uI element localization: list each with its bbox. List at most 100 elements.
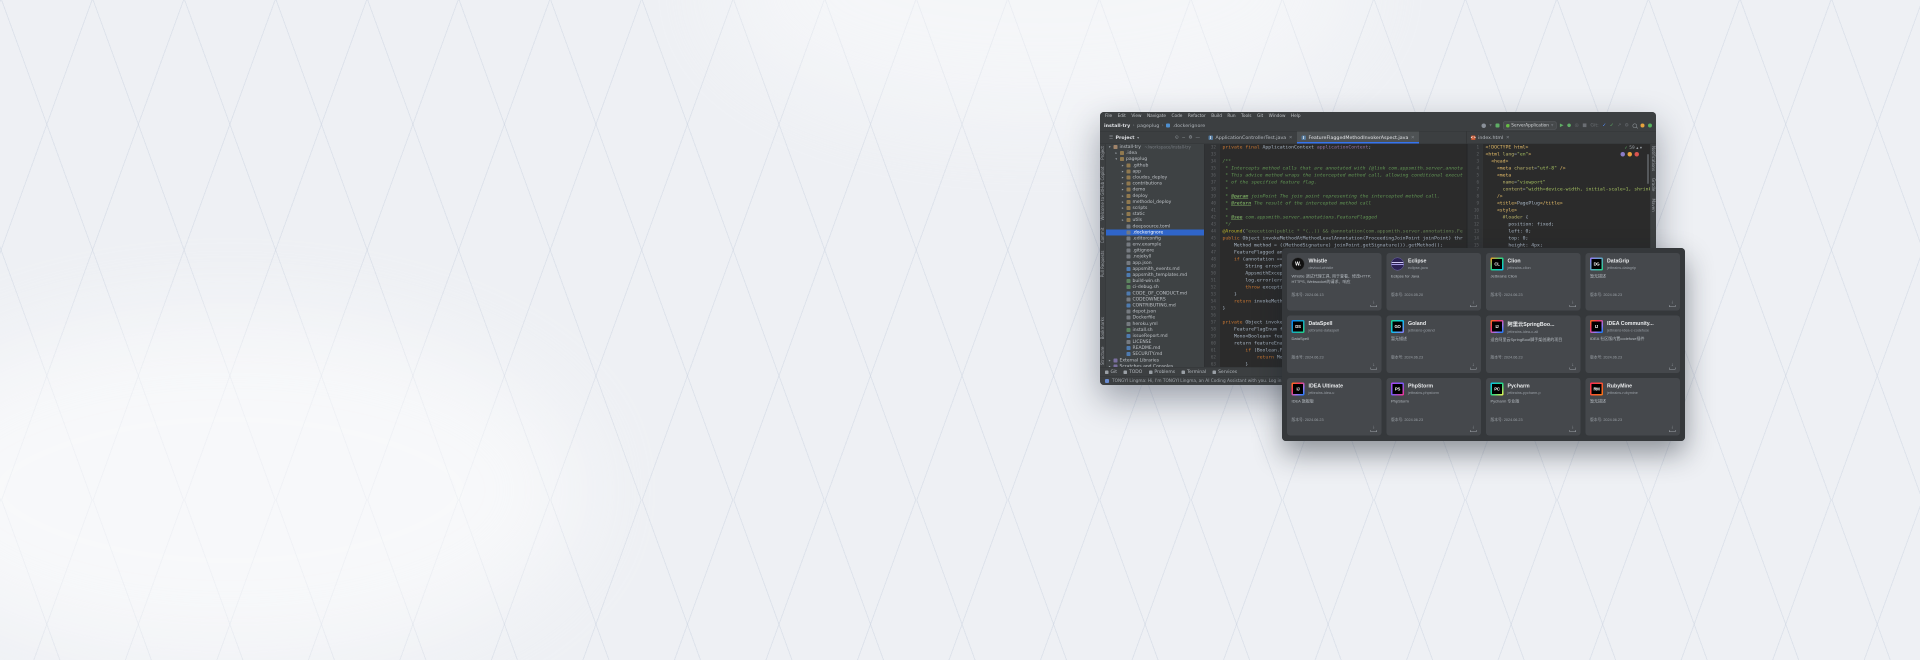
download-icon[interactable] bbox=[1570, 426, 1577, 432]
tree-expand-icon[interactable]: ▸ bbox=[1121, 163, 1125, 167]
tree-expand-icon[interactable]: ▸ bbox=[1121, 182, 1125, 186]
editor-scrollbar[interactable] bbox=[1647, 154, 1649, 184]
plugin-card-whistle[interactable]: W.Whistledevtool-whistleWhistle 调试代理工具, … bbox=[1287, 253, 1382, 311]
download-icon[interactable] bbox=[1669, 426, 1676, 432]
coverage-button[interactable]: ◎ bbox=[1575, 123, 1579, 128]
download-icon[interactable] bbox=[1371, 301, 1378, 307]
menu-refactor[interactable]: Refactor bbox=[1188, 114, 1206, 119]
plugin-card-idea-ultimate[interactable]: IJIDEA Ultimatejetbrains-idea-uIDEA 旗舰版版… bbox=[1287, 378, 1382, 436]
download-icon[interactable] bbox=[1470, 426, 1477, 432]
menu-view[interactable]: View bbox=[1131, 114, 1141, 119]
project-panel-header[interactable]: ☰ Project ▾ ⊙ − ⚙ — bbox=[1106, 132, 1204, 144]
menu-window[interactable]: Window bbox=[1269, 114, 1286, 119]
project-tree-item[interactable]: ▾install-try~/workspace/install-try bbox=[1106, 144, 1204, 150]
editor-tab-featureflaggedmethodinvokeraspect-java[interactable]: JFeatureFlaggedMethodInvokerAspect.java× bbox=[1297, 132, 1419, 144]
tree-expand-icon[interactable]: ▸ bbox=[1121, 218, 1125, 222]
download-icon[interactable] bbox=[1470, 364, 1477, 370]
user-avatar-icon[interactable] bbox=[1481, 123, 1486, 128]
tab-close-icon[interactable]: × bbox=[1289, 135, 1293, 140]
build-hammer-icon[interactable] bbox=[1495, 124, 1499, 128]
breadcrumb-item[interactable]: install-try bbox=[1104, 123, 1130, 129]
toolwindow-stripe-maven[interactable]: Maven bbox=[1651, 198, 1656, 211]
notification-orange-dot[interactable] bbox=[1641, 124, 1645, 128]
plugin-card-eclipse[interactable]: Eclipseeclipse-javaEclipse for Java版本号: … bbox=[1387, 253, 1482, 311]
toolwindow-stripe-gradle[interactable]: Gradle bbox=[1651, 178, 1656, 191]
download-icon[interactable] bbox=[1570, 364, 1577, 370]
run-configuration-select[interactable]: ServerApplication ▾ bbox=[1503, 122, 1557, 130]
menu-run[interactable]: Run bbox=[1227, 114, 1235, 119]
download-icon[interactable] bbox=[1570, 301, 1577, 307]
plugin-card-rubymine[interactable]: RMRubyMinejetbrains-rubymine暂无描述版本号: 202… bbox=[1586, 378, 1681, 436]
toolwindow-button-services[interactable]: Services bbox=[1213, 370, 1237, 375]
settings-gear-icon[interactable]: ⚙ bbox=[1625, 123, 1629, 128]
search-icon[interactable] bbox=[1633, 123, 1638, 128]
run-button[interactable]: ▶ bbox=[1560, 123, 1564, 128]
notification-green-dot[interactable] bbox=[1648, 124, 1652, 128]
debug-button[interactable]: ● bbox=[1567, 123, 1571, 128]
tree-expand-icon[interactable]: ▸ bbox=[1121, 194, 1125, 198]
toolwindow-stripe-project[interactable]: Project bbox=[1101, 146, 1106, 160]
menu-build[interactable]: Build bbox=[1211, 114, 1222, 119]
download-icon[interactable] bbox=[1470, 301, 1477, 307]
tree-expand-icon[interactable]: ▾ bbox=[1108, 145, 1112, 149]
tree-expand-icon[interactable]: ▸ bbox=[1121, 188, 1125, 192]
toolwindow-stripe-notifications[interactable]: Notifications bbox=[1651, 146, 1656, 171]
plugin-card-springboo[interactable]: IJ阿里云SpringBoo...jetbrains-idea-c-ali适合阿… bbox=[1486, 316, 1581, 374]
tab-close-icon[interactable]: × bbox=[1411, 135, 1415, 140]
toolwindow-stripe-commit[interactable]: Commit bbox=[1101, 228, 1106, 244]
tree-expand-icon[interactable]: ▾ bbox=[1115, 157, 1119, 161]
plugin-card-datagrip[interactable]: DGDataGripjetbrains-datagrip暂无描述版本号: 202… bbox=[1586, 253, 1681, 311]
menu-code[interactable]: Code bbox=[1172, 114, 1183, 119]
breadcrumb-item[interactable]: .dockerignore bbox=[1173, 123, 1206, 129]
toolwindow-button-git[interactable]: Git bbox=[1105, 370, 1117, 375]
menu-tools[interactable]: Tools bbox=[1241, 114, 1251, 119]
download-icon[interactable] bbox=[1669, 301, 1676, 307]
tree-expand-icon[interactable]: ▸ bbox=[1121, 169, 1125, 173]
tree-expand-icon[interactable]: ▸ bbox=[1108, 358, 1112, 362]
plugin-card-goland[interactable]: GOGolandjetbrains-goland暂无描述版本号: 2024.06… bbox=[1387, 316, 1482, 374]
toolwindow-stripe-welcome-to-github-copilot[interactable]: Welcome to GitHub Copilot bbox=[1101, 167, 1106, 221]
next-problem-icon[interactable]: ▾ bbox=[1640, 146, 1642, 151]
stop-button[interactable]: ■ bbox=[1582, 123, 1586, 128]
plugin-card-phpstorm[interactable]: PSPhpStormjetbrains-phpstormPhpStorm版本号:… bbox=[1387, 378, 1482, 436]
git-push-button[interactable]: ↗ bbox=[1617, 123, 1621, 128]
menu-help[interactable]: Help bbox=[1291, 114, 1301, 119]
tree-expand-icon[interactable]: ▸ bbox=[1121, 206, 1125, 210]
locate-file-icon[interactable]: ⊙ bbox=[1175, 135, 1179, 140]
menu-git[interactable]: Git bbox=[1257, 114, 1263, 119]
project-burger-icon[interactable]: ☰ bbox=[1109, 135, 1113, 140]
download-icon[interactable] bbox=[1371, 364, 1378, 370]
menu-navigate[interactable]: Navigate bbox=[1147, 114, 1166, 119]
download-icon[interactable] bbox=[1669, 364, 1676, 370]
download-icon[interactable] bbox=[1371, 426, 1378, 432]
lingma-plugin-icon[interactable] bbox=[1105, 379, 1109, 383]
toolwindow-stripe-pull-requests[interactable]: Pull Requests bbox=[1101, 250, 1106, 277]
inspections-widget[interactable]: ✓ 59 ▴ ▾ bbox=[1624, 146, 1642, 151]
git-update-button[interactable]: ✓ bbox=[1602, 123, 1606, 128]
plugin-card-idea-community[interactable]: IJIDEA Community...jetbrains-idea-c-code… bbox=[1586, 316, 1681, 374]
plugin-card-pycharm[interactable]: PCPycharmjetbrains-pycharm-pPycharm 专业版版… bbox=[1486, 378, 1581, 436]
toolwindow-button-terminal[interactable]: Terminal bbox=[1182, 370, 1207, 375]
hide-panel-icon[interactable]: — bbox=[1196, 135, 1201, 140]
collapse-all-icon[interactable]: − bbox=[1182, 135, 1186, 140]
toolwindow-button-todo[interactable]: TODO bbox=[1124, 370, 1143, 375]
toolwindow-stripe-structure[interactable]: Structure bbox=[1101, 346, 1106, 365]
tree-expand-icon[interactable]: ▸ bbox=[1121, 176, 1125, 180]
tree-expand-icon[interactable]: ▸ bbox=[1121, 200, 1125, 204]
avatar-dropdown-icon[interactable]: ▾ bbox=[1489, 123, 1491, 128]
plugin-card-dataspell[interactable]: DSDataSpelljetbrains-dataspellDataSpell版… bbox=[1287, 316, 1382, 374]
menu-file[interactable]: File bbox=[1105, 114, 1112, 119]
git-commit-button[interactable]: ✓ bbox=[1610, 123, 1614, 128]
tab-close-icon[interactable]: × bbox=[1506, 135, 1510, 140]
breadcrumb-item[interactable]: pageplug bbox=[1137, 123, 1159, 129]
prev-problem-icon[interactable]: ▴ bbox=[1636, 146, 1638, 151]
panel-settings-gear-icon[interactable]: ⚙ bbox=[1188, 135, 1192, 140]
editor-tab-applicationcontrollertest-java[interactable]: JApplicationControllerTest.java× bbox=[1204, 132, 1297, 144]
project-caret-icon[interactable]: ▾ bbox=[1137, 135, 1139, 140]
tree-expand-icon[interactable]: ▸ bbox=[1115, 151, 1119, 155]
tree-expand-icon[interactable]: ▸ bbox=[1121, 212, 1125, 216]
toolwindow-stripe-bookmarks[interactable]: Bookmarks bbox=[1101, 317, 1106, 339]
toolwindow-button-problems[interactable]: Problems bbox=[1149, 370, 1175, 375]
editor-tab-index-html[interactable]: <>index.html× bbox=[1467, 132, 1515, 144]
plugin-card-clion[interactable]: CLClionjetbrains-clionJetbrains Clion版本号… bbox=[1486, 253, 1581, 311]
